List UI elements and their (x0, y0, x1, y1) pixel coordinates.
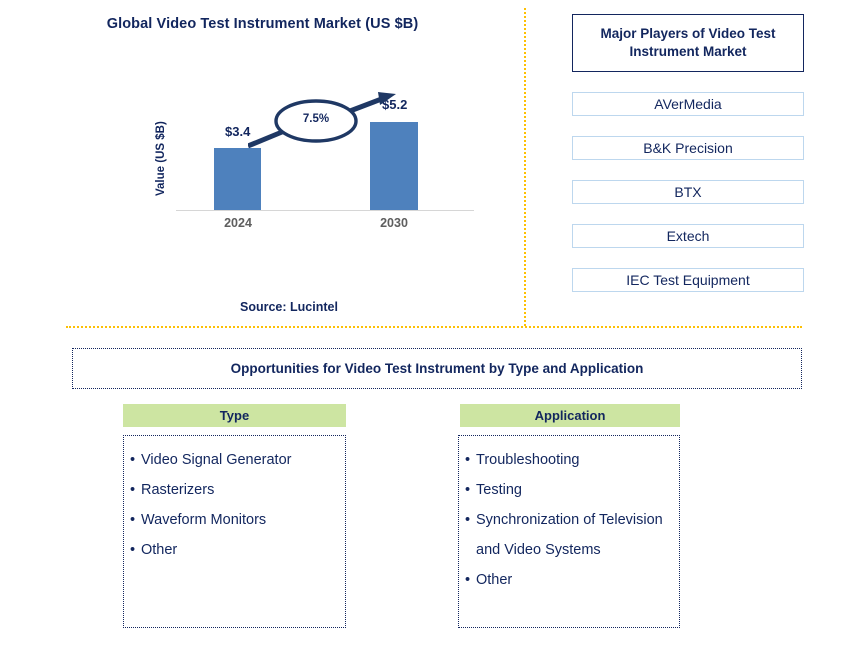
list-item: • Other (124, 535, 345, 565)
bullet-icon: • (130, 512, 136, 528)
major-players-header: Major Players of Video Test Instrument M… (572, 14, 804, 72)
list-item: • Waveform Monitors (124, 505, 345, 535)
list-item-label: Testing (476, 482, 522, 498)
chart-baseline (176, 210, 474, 211)
major-players-panel: Major Players of Video Test Instrument M… (572, 14, 804, 292)
type-column-header: Type (123, 404, 346, 427)
opportunities-banner: Opportunities for Video Test Instrument … (72, 348, 802, 389)
bullet-icon: • (465, 572, 471, 588)
type-column-box: • Video Signal Generator • Rasterizers •… (123, 435, 346, 628)
player-item[interactable]: BTX (572, 180, 804, 204)
bullet-icon: • (130, 542, 136, 558)
cagr-value-label: 7.5% (302, 113, 330, 125)
source-note: Source: Lucintel (240, 300, 338, 314)
list-item-label: Other (141, 542, 178, 558)
bullet-icon: • (130, 452, 136, 468)
bullet-icon: • (465, 482, 471, 498)
list-item-label: Troubleshooting (476, 452, 580, 468)
horizontal-divider (66, 326, 802, 328)
bar-2024 (214, 148, 261, 210)
player-item[interactable]: AVerMedia (572, 92, 804, 116)
bullet-icon: • (465, 452, 471, 468)
player-item[interactable]: B&K Precision (572, 136, 804, 160)
player-item[interactable]: IEC Test Equipment (572, 268, 804, 292)
list-item: • Synchronization of Television and Vide… (459, 505, 679, 565)
y-axis-label: Value (US $B) (155, 121, 167, 197)
x-axis-tick-2024: 2024 (224, 216, 252, 230)
bullet-icon: • (465, 512, 471, 528)
list-item-label: Synchronization of Television and Video … (476, 512, 663, 558)
player-item[interactable]: Extech (572, 224, 804, 248)
list-item: • Testing (459, 475, 679, 505)
bullet-icon: • (130, 482, 136, 498)
chart-title: Global Video Test Instrument Market (US … (106, 16, 419, 32)
market-chart-panel: Global Video Test Instrument Market (US … (0, 0, 525, 325)
x-axis-tick-2030: 2030 (380, 216, 408, 230)
list-item-label: Video Signal Generator (141, 452, 292, 468)
list-item-label: Waveform Monitors (141, 512, 267, 528)
list-item: • Video Signal Generator (124, 445, 345, 475)
application-column-header: Application (460, 404, 680, 427)
list-item-label: Rasterizers (141, 482, 215, 498)
list-item-label: Other (476, 572, 513, 588)
bar-value-2024: $3.4 (225, 124, 251, 139)
list-item: • Troubleshooting (459, 445, 679, 475)
list-item: • Rasterizers (124, 475, 345, 505)
vertical-divider (524, 8, 526, 326)
list-item: • Other (459, 565, 679, 595)
application-column-box: • Troubleshooting • Testing • Synchroniz… (458, 435, 680, 628)
